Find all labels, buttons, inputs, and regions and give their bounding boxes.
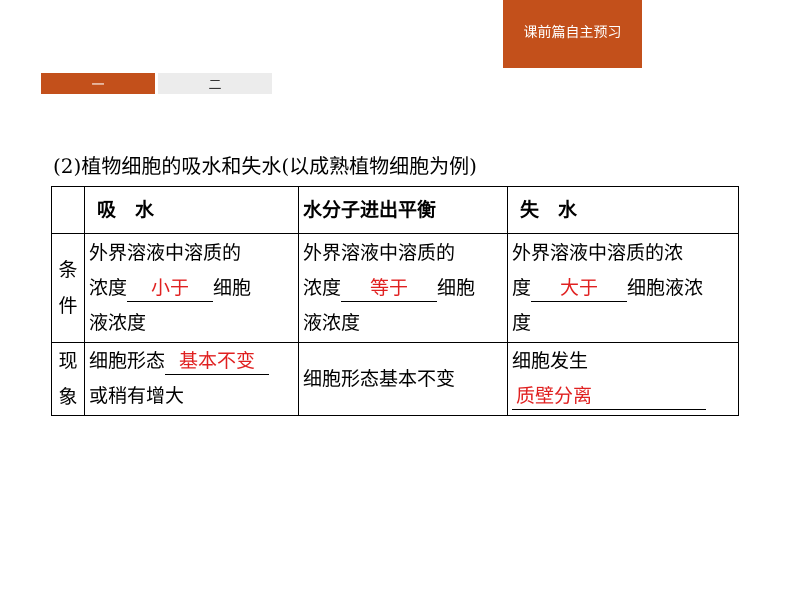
table-row-phenomenon: 现象 细胞形态 基本不变 或稍有增大 细胞形态基本不变 细胞发生 质壁分离 [51,342,739,416]
cell-condition-balance: 外界溶液中溶质的 浓度 等于 细胞 液浓度 [298,233,508,343]
answer-blank: 等于 [341,275,438,302]
answer-blank: 基本不变 [165,348,270,375]
section-tab-preview[interactable]: 课前篇自主预习 [503,0,642,68]
comparison-table: 吸 水 水分子进出平衡 失 水 条件 外界溶液中溶质的 浓度 小于 细胞 液浓度 外… [51,186,739,416]
header-corner [51,186,85,234]
answer-blank: 小于 [127,275,214,302]
cell-phenomenon-balance: 细胞形态基本不变 [298,342,508,416]
answer-blank: 大于 [531,275,628,302]
table-header-row: 吸 水 水分子进出平衡 失 水 [51,186,739,234]
row-label-condition: 条件 [51,233,85,343]
nav-tab-two[interactable]: 二 [158,73,272,94]
table-row-condition: 条件 外界溶液中溶质的 浓度 小于 细胞 液浓度 外界溶液中溶质的 浓度 等于 细胞 液… [51,233,739,343]
cell-phenomenon-absorb: 细胞形态 基本不变 或稍有增大 [84,342,299,416]
answer-blank: 质壁分离 [512,383,706,410]
cell-condition-lose: 外界溶液中溶质的浓 度大于 细胞液浓 度 [507,233,739,343]
cell-phenomenon-lose: 细胞发生 质壁分离 [507,342,739,416]
section-title: (2)植物细胞的吸水和失水(以成熟植物细胞为例) [53,154,477,178]
row-label-phenomenon: 现象 [51,342,85,416]
header-balance: 水分子进出平衡 [298,186,508,234]
cell-condition-absorb: 外界溶液中溶质的 浓度 小于 细胞 液浓度 [84,233,299,343]
nav-tab-one[interactable]: 一 [41,73,155,94]
header-lose: 失 水 [507,186,739,234]
header-absorb: 吸 水 [84,186,299,234]
